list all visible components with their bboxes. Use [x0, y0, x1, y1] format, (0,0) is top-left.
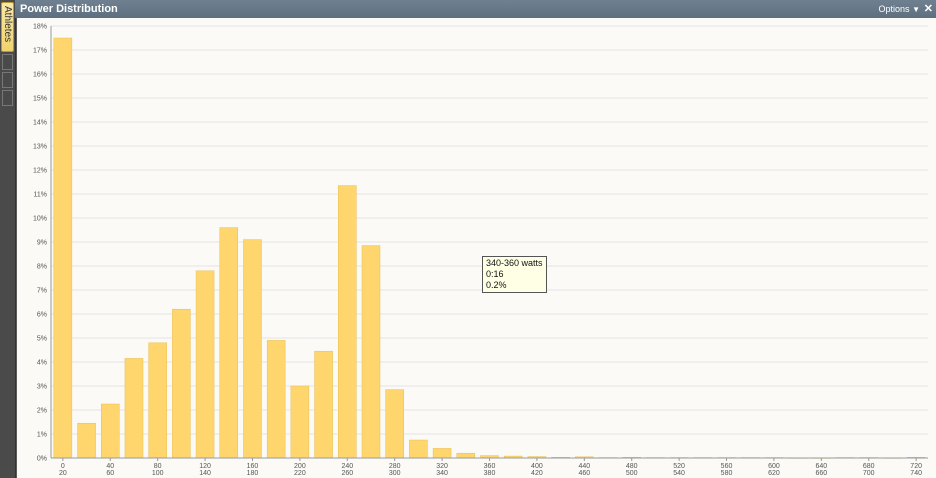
x-tick-label: 160: [247, 463, 259, 470]
y-tick-label: 15%: [33, 96, 47, 103]
histogram-bar[interactable]: [338, 185, 357, 459]
y-tick-label: 18%: [33, 24, 47, 31]
y-tick-label: 10%: [33, 216, 47, 223]
tooltip-time: 0:16: [486, 269, 504, 279]
x-tick-label: 360: [484, 463, 496, 470]
athletes-tab[interactable]: Athletes: [1, 2, 14, 52]
x-tick-label: 180: [247, 470, 259, 477]
x-tick-label: 640: [815, 463, 827, 470]
y-tick-label: 17%: [33, 48, 47, 55]
x-tick-label: 460: [578, 470, 590, 477]
histogram-bar[interactable]: [219, 227, 239, 459]
close-icon[interactable]: ✕: [924, 2, 933, 15]
x-tick-label: 660: [815, 470, 827, 477]
x-tick-label: 0: [61, 463, 65, 470]
x-tick-label: 320: [436, 463, 448, 470]
y-tick-label: 3%: [37, 384, 47, 391]
x-tick-label: 680: [863, 463, 875, 470]
x-tick-label: 120: [199, 463, 211, 470]
x-tick-label: 260: [341, 470, 353, 477]
y-tick-label: 2%: [37, 408, 47, 415]
side-tab-stub[interactable]: [2, 90, 13, 106]
x-tick-label: 40: [106, 463, 114, 470]
histogram-bar[interactable]: [266, 340, 286, 459]
x-tick-label: 440: [578, 463, 590, 470]
x-tick-label: 580: [721, 470, 733, 477]
histogram-bar[interactable]: [456, 452, 476, 459]
x-tick-label: 340: [436, 470, 448, 477]
x-tick-label: 80: [154, 463, 162, 470]
x-tick-label: 740: [910, 470, 922, 477]
x-tick-label: 600: [768, 463, 780, 470]
x-tick-label: 540: [673, 470, 685, 477]
y-tick-label: 9%: [37, 240, 47, 247]
x-tick-label: 280: [389, 463, 401, 470]
athletes-tab-label: Athletes: [2, 6, 13, 43]
x-tick-label: 300: [389, 470, 401, 477]
x-tick-label: 480: [626, 463, 638, 470]
x-tick-label: 700: [863, 470, 875, 477]
y-tick-label: 14%: [33, 120, 47, 127]
histogram-bar[interactable]: [314, 350, 333, 459]
x-tick-label: 100: [152, 470, 164, 477]
y-tick-label: 6%: [37, 312, 47, 319]
panel-title: Power Distribution: [20, 3, 118, 15]
options-menu-button[interactable]: Options ▼: [879, 4, 920, 14]
y-tick-label: 4%: [37, 360, 47, 367]
x-tick-label: 620: [768, 470, 780, 477]
tooltip-percent: 0.2%: [486, 280, 507, 290]
side-tab-stub[interactable]: [2, 72, 13, 88]
y-tick-label: 7%: [37, 288, 47, 295]
histogram-bar[interactable]: [124, 358, 144, 459]
y-tick-label: 8%: [37, 264, 47, 271]
x-tick-label: 400: [531, 463, 543, 470]
x-tick-label: 560: [721, 463, 733, 470]
side-tab-stub[interactable]: [2, 54, 13, 70]
histogram-bar[interactable]: [409, 439, 428, 459]
x-tick-label: 60: [106, 470, 114, 477]
histogram-bar[interactable]: [195, 270, 215, 459]
x-tick-label: 140: [199, 470, 211, 477]
power-distribution-chart: 0% 1% 2% 3% 4% 5% 6% 7% 8% 9% 10% 11% 12% 13% 14% 15% 16…: [33, 24, 928, 477]
histogram-bar[interactable]: [53, 37, 73, 459]
x-tick-label: 500: [626, 470, 638, 477]
x-tick-label: 380: [484, 470, 496, 477]
histogram-bar[interactable]: [77, 422, 96, 459]
left-rail: Athletes: [0, 0, 16, 478]
y-tick-label: 0%: [37, 456, 47, 463]
chart-area: 0% 1% 2% 3% 4% 5% 6% 7% 8% 9% 10% 11% 12% 13% 14% 15% 16…: [17, 18, 936, 478]
histogram-bar[interactable]: [361, 245, 381, 459]
chevron-down-icon: ▼: [912, 5, 920, 14]
y-tick-label: 1%: [37, 432, 47, 439]
x-tick-label: 520: [673, 463, 685, 470]
bars: [53, 37, 926, 459]
y-tick-label: 11%: [34, 192, 48, 199]
tooltip: 340-360 watts 0:16 0.2%: [482, 256, 547, 293]
panel-header: Power Distribution Options ▼ ✕: [15, 0, 936, 18]
y-tick-label: 16%: [33, 72, 47, 79]
tooltip-range: 340-360 watts: [486, 258, 543, 268]
histogram-bar[interactable]: [100, 403, 120, 459]
options-label: Options: [878, 4, 910, 14]
histogram-bar[interactable]: [172, 308, 191, 459]
y-tick-label: 12%: [33, 168, 47, 175]
axes: 0% 1% 2% 3% 4% 5% 6% 7% 8% 9% 10% 11% 12% 13% 14% 15% 16…: [33, 24, 928, 477]
x-tick-label: 420: [531, 470, 543, 477]
histogram-bar[interactable]: [385, 389, 404, 459]
y-tick-label: 13%: [33, 144, 47, 151]
histogram-bar[interactable]: [243, 239, 262, 459]
histogram-bar[interactable]: [290, 385, 310, 459]
x-tick-label: 720: [910, 463, 922, 470]
y-tick-label: 5%: [37, 336, 47, 343]
x-tick-label: 220: [294, 470, 306, 477]
x-tick-label: 20: [59, 470, 67, 477]
histogram-bar[interactable]: [148, 342, 167, 459]
histogram-bar[interactable]: [432, 448, 452, 459]
x-tick-label: 200: [294, 463, 306, 470]
x-tick-label: 240: [341, 463, 353, 470]
